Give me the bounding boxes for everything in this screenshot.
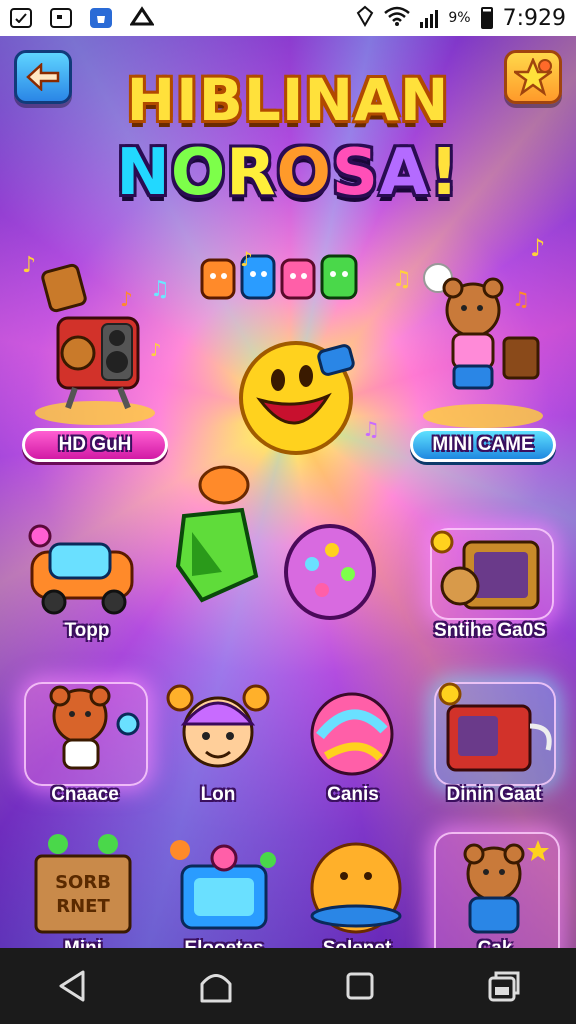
game-tile-hd-guh[interactable]: HD GuH (20, 258, 170, 468)
game-tile-cnaace[interactable]: Cnaace (18, 676, 152, 816)
coin-icon (198, 465, 250, 505)
tile-label: Mini (20, 938, 146, 948)
crate-text: RNET (56, 896, 110, 917)
bear-runner-icon (49, 685, 140, 770)
bear-dancer-icon (423, 263, 543, 428)
tile-label: Dinin Gaat (446, 784, 542, 805)
game-tile-topp[interactable]: Topp (22, 522, 152, 652)
game-title-line1: HIBLINAN (126, 66, 450, 134)
bear-sparkle-icon (463, 840, 549, 934)
svg-text:♪: ♪ (240, 247, 253, 271)
treasure-chest-icon (430, 530, 540, 610)
pink-disc-icon (284, 524, 376, 620)
notification-icons (10, 6, 155, 30)
status-bar: 9% 7:929 (0, 0, 576, 36)
tile-label: Cnaace (51, 784, 119, 805)
rainbow-car-icon (28, 524, 134, 615)
tile-label: Topp (64, 620, 110, 641)
back-nav-icon (59, 970, 85, 1002)
orange-ball-icon (310, 842, 402, 934)
recents-nav-icon (346, 972, 374, 1000)
system-nav-bar (0, 948, 576, 1024)
store-icon (90, 8, 112, 28)
nfc-icon (356, 5, 374, 32)
tile-label: Cak (430, 938, 560, 948)
battery-percent: 9% (448, 10, 471, 26)
signal-icon (420, 8, 439, 28)
swirl-ball-icon (310, 692, 394, 776)
tile-label: Canis (327, 784, 379, 805)
message-icon (50, 8, 72, 28)
game-tile-canis[interactable]: Canis (290, 676, 416, 816)
photo-icon (10, 8, 32, 28)
robot-speaker-icon (35, 263, 155, 425)
back-nav-button[interactable] (42, 956, 102, 1016)
game-tile-mini[interactable]: SORB RNET Mini (20, 830, 146, 948)
home-nav-icon (200, 974, 232, 1003)
kid-face-icon (166, 684, 270, 768)
game-screen: HIBLINAN NOROSA! ♪ ♫ ♪ ♫ ♪ ♫ ♪ ♪ ♫ HD Gu… (0, 36, 576, 948)
game-tile-lon[interactable]: Lon (158, 676, 278, 816)
wooden-crate-icon: SORB RNET (34, 834, 132, 934)
tile-label: Sntihe Ga0S (434, 620, 546, 641)
tile-label: Lon (200, 784, 236, 805)
tile-label-pill: HD GuH (22, 428, 168, 462)
game-tile-elooetes[interactable]: Elooetes (160, 830, 288, 948)
app-icon (129, 6, 155, 30)
blue-console-icon (170, 840, 276, 930)
tile-label: Solenet (292, 938, 422, 948)
game-tile-dinin-gaat[interactable]: Dinin Gaat (428, 676, 560, 816)
smiley-mascot-icon (239, 341, 355, 455)
switch-nav-icon (488, 971, 520, 1002)
game-tile-solenet[interactable]: Solenet (292, 830, 422, 948)
battery-icon (480, 7, 493, 29)
game-tile-sntihe-gaos[interactable]: Sntihe Ga0S (420, 522, 560, 652)
home-nav-button[interactable] (186, 956, 246, 1016)
wifi-icon (384, 6, 411, 31)
game-tile-mini-came[interactable]: MINI CAME (408, 258, 558, 468)
system-icons: 9% 7:929 (356, 5, 566, 32)
tile-label: Elooetes (160, 938, 288, 948)
crate-text: SORB (55, 872, 111, 893)
tile-label-pill: MINI CAME (410, 428, 556, 462)
recents-nav-button[interactable] (330, 956, 390, 1016)
game-tile-cak[interactable]: Cak (430, 830, 560, 948)
clock: 7:929 (502, 5, 566, 31)
green-gem-icon (175, 507, 259, 603)
gift-machine-icon (438, 682, 552, 772)
switch-nav-button[interactable] (474, 956, 534, 1016)
